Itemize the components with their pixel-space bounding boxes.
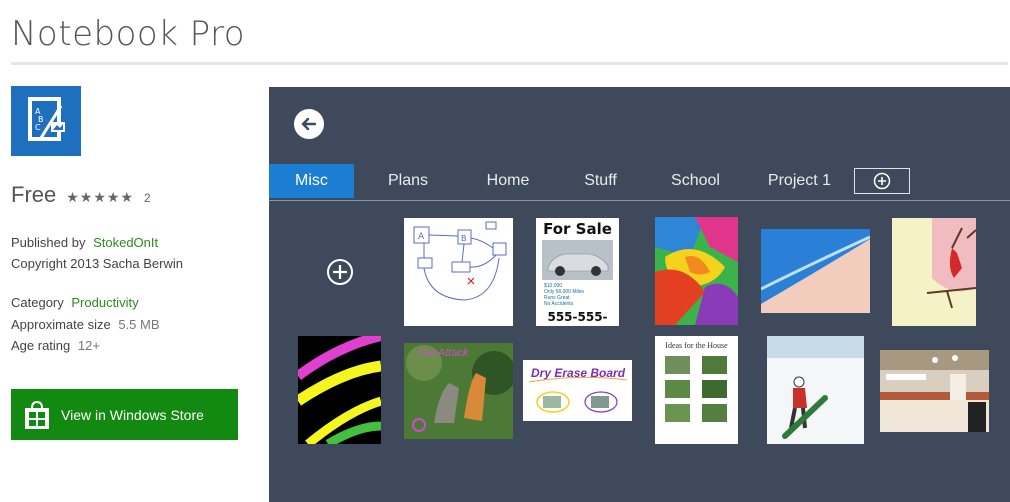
price-rating-row: Free ★★★★★ 2 (11, 182, 151, 208)
view-in-store-button[interactable]: View in Windows Store (11, 389, 238, 440)
page-thumb-snowboard[interactable] (767, 336, 864, 444)
age-row: Age rating 12+ (11, 338, 100, 353)
page-thumb-neon-stripes[interactable] (298, 336, 381, 444)
add-tab-button[interactable] (854, 168, 910, 194)
for-sale-title: For Sale (543, 220, 612, 238)
plus-circle-icon (873, 172, 891, 190)
svg-text:A: A (418, 232, 425, 242)
windows-store-icon (25, 400, 49, 429)
title-divider (11, 62, 1008, 65)
copyright-text: Copyright 2013 Sacha Berwin (11, 256, 183, 271)
app-title: Notebook Pro (11, 14, 246, 54)
price: Free (11, 182, 57, 207)
star-rating-icon: ★★★★★ (66, 189, 135, 205)
page-thumb-kitchen[interactable] (880, 350, 989, 432)
size-row: Approximate size 5.5 MB (11, 317, 160, 332)
svg-text:C: C (35, 123, 41, 132)
page-thumb-cat-attack[interactable]: Cat Attack (404, 343, 513, 439)
svg-text:B: B (461, 234, 467, 243)
tab-underline (269, 200, 1010, 201)
page-thumb-dry-erase[interactable]: Dry Erase Board (523, 360, 632, 421)
size-label: Approximate size (11, 317, 111, 332)
add-page-button[interactable] (326, 258, 354, 286)
page-thumb-ideas-house[interactable]: Ideas for the House (655, 336, 738, 444)
page-thumb-beach[interactable] (761, 229, 870, 313)
plus-circle-icon (327, 259, 353, 285)
category-link[interactable]: Productivity (71, 295, 138, 310)
tab-home[interactable]: Home (462, 164, 554, 198)
page-thumb-for-sale[interactable]: For Sale $10,000 Only 56,000 Miles Runs … (536, 218, 619, 326)
page-thumb-flowchart[interactable]: A B (404, 218, 513, 326)
car-photo (542, 240, 613, 280)
size-value: 5.5 MB (118, 317, 160, 332)
app-screenshot: Misc Plans Home Stuff School Project 1 A… (269, 87, 1010, 502)
tab-stuff[interactable]: Stuff (554, 164, 647, 198)
category-label: Category (11, 295, 64, 310)
notebook-tabs: Misc Plans Home Stuff School Project 1 (269, 164, 855, 200)
tab-school[interactable]: School (647, 164, 744, 198)
tab-project-1[interactable]: Project 1 (744, 164, 855, 198)
app-logo-icon: A B C (11, 86, 81, 156)
tab-misc[interactable]: Misc (269, 164, 354, 198)
sale-phone-number: 555-555-1234 (547, 310, 608, 326)
age-label: Age rating (11, 338, 71, 353)
publisher-link[interactable]: StokedOnIt (93, 235, 158, 250)
tab-plans[interactable]: Plans (354, 164, 462, 198)
rating-count: 2 (144, 191, 151, 205)
page-thumb-color-scribble[interactable] (655, 217, 738, 325)
back-arrow-icon[interactable] (294, 109, 324, 139)
published-by-label: Published by (11, 235, 86, 250)
cat-attack-caption: Cat Attack (418, 347, 469, 359)
store-button-label: View in Windows Store (61, 406, 204, 423)
age-value: 12+ (77, 338, 100, 353)
ideas-house-title: Ideas for the House (665, 341, 728, 350)
publisher-row: Published by StokedOnIt (11, 235, 158, 250)
sale-line-accidents: No Accidents (544, 301, 574, 307)
page-thumb-tree[interactable] (892, 218, 976, 326)
category-row: Category Productivity (11, 295, 139, 310)
